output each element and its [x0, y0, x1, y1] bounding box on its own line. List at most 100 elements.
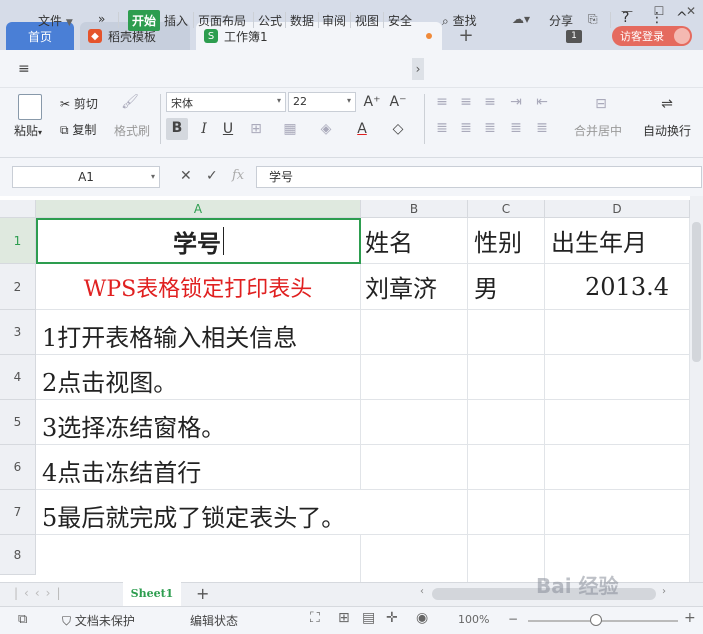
eraser-icon[interactable]: ◇ [388, 119, 408, 139]
row-header-7[interactable]: 7 [0, 490, 36, 535]
cell-b4[interactable] [361, 355, 468, 400]
login-button[interactable]: 访客登录 [612, 26, 692, 46]
row-header-2[interactable]: 2 [0, 264, 36, 310]
align-bottom-icon[interactable]: ≡ [480, 92, 500, 112]
menu-view[interactable]: 视图 [355, 12, 379, 29]
row-header-5[interactable]: 5 [0, 400, 36, 445]
cell-b1[interactable]: 姓名 [361, 218, 468, 264]
cell-a1[interactable]: 学号 [36, 218, 361, 264]
border-icon[interactable]: ⊞ [246, 119, 266, 139]
cut-button[interactable]: ✂ 剪切 [60, 95, 98, 112]
font-name-select[interactable]: 宋体 ▾ [166, 92, 286, 112]
row-header-1[interactable]: 1 [0, 218, 36, 264]
cell-c6[interactable] [468, 445, 545, 490]
decrease-font-icon[interactable]: A⁻ [388, 92, 408, 112]
select-all-button[interactable] [0, 200, 36, 218]
cell-b8[interactable] [361, 535, 468, 582]
zoom-in-icon[interactable]: + [684, 610, 696, 626]
cell-d1[interactable]: 出生年月 [545, 218, 690, 264]
align-middle-icon[interactable]: ≡ [456, 92, 476, 112]
copy-button[interactable]: ⧉ 复制 [60, 121, 96, 138]
column-header-c[interactable]: C [468, 200, 545, 218]
menu-start[interactable]: 开始 [128, 10, 161, 31]
fill-color-icon[interactable]: ◈ [316, 119, 336, 139]
font-color-icon[interactable]: A [352, 119, 372, 139]
zoom-out-icon[interactable]: − [508, 612, 518, 626]
paste-button[interactable]: 粘贴▾ [14, 122, 42, 139]
cell-d2[interactable]: 2013.4 [545, 264, 690, 310]
underline-button[interactable]: U [218, 119, 238, 139]
cell-b5[interactable] [361, 400, 468, 445]
formula-input[interactable]: 学号 [256, 166, 702, 188]
merge-center-icon[interactable]: ⊟ [588, 94, 614, 114]
window-count-badge[interactable]: 1 [566, 30, 582, 43]
indent-icon[interactable]: ⇥ [506, 92, 526, 112]
document-protection-status[interactable]: ⛉ 文档未保护 [62, 612, 135, 629]
zoom-level[interactable]: 100% [458, 613, 489, 626]
menu-page-layout[interactable]: 页面布局 [198, 12, 246, 29]
cell-b3[interactable] [361, 310, 468, 355]
format-painter-button[interactable]: 格式刷 [114, 122, 150, 139]
status-icon[interactable]: ⧉ [18, 612, 27, 627]
reading-mode-icon[interactable]: ✛ [386, 610, 398, 626]
column-header-d[interactable]: D [545, 200, 690, 218]
cell-b7[interactable] [361, 490, 468, 535]
help-icon[interactable]: ? [622, 10, 629, 26]
search-button[interactable]: ⌕ 查找 [442, 12, 477, 29]
column-header-a[interactable]: A [36, 200, 361, 218]
menu-security[interactable]: 安全 [388, 12, 412, 29]
bold-button[interactable]: B [166, 118, 188, 140]
cell-b2[interactable]: 刘章济 [361, 264, 468, 310]
fx-icon[interactable]: fx [232, 168, 244, 183]
cell-d7[interactable] [545, 490, 690, 535]
cell-c1[interactable]: 性别 [468, 218, 545, 264]
chevron-right-icon[interactable]: › [412, 58, 424, 80]
sheet-tab-sheet1[interactable]: Sheet1 [123, 582, 181, 606]
cell-c5[interactable] [468, 400, 545, 445]
merge-center-button[interactable]: 合并居中 [574, 122, 622, 139]
cell-d6[interactable] [545, 445, 690, 490]
kebab-icon[interactable]: ⋮ [650, 10, 664, 26]
more-menus-icon[interactable]: » [98, 12, 105, 26]
page-break-view-icon[interactable]: ▤ [362, 610, 375, 626]
cell-b6[interactable] [361, 445, 468, 490]
row-header-3[interactable]: 3 [0, 310, 36, 355]
cell-c7[interactable] [468, 490, 545, 535]
menu-review[interactable]: 审阅 [322, 12, 346, 29]
normal-view-icon[interactable]: ⛶ [310, 610, 320, 626]
align-right-icon[interactable]: ≣ [480, 118, 500, 138]
outdent-icon[interactable]: ⇤ [532, 92, 552, 112]
row-header-4[interactable]: 4 [0, 355, 36, 400]
wrap-text-icon[interactable]: ⇌ [654, 94, 680, 114]
eye-protection-icon[interactable]: ◉ [416, 610, 428, 626]
justify-icon[interactable]: ≣ [506, 118, 526, 138]
confirm-icon[interactable]: ✓ [206, 168, 218, 184]
cloud-sync-icon[interactable]: ☁▾ [512, 12, 530, 26]
cell-c8[interactable] [468, 535, 545, 582]
cell-d4[interactable] [545, 355, 690, 400]
cell-c3[interactable] [468, 310, 545, 355]
hamburger-icon[interactable]: ≡ [18, 61, 30, 77]
menu-file[interactable]: 文件 ▼ [38, 12, 73, 29]
italic-button[interactable]: I [194, 119, 214, 139]
new-tab-button[interactable]: + [456, 26, 476, 46]
collapse-ribbon-icon[interactable]: ^ [676, 10, 688, 26]
menu-data[interactable]: 数据 [290, 12, 314, 29]
row-header-8[interactable]: 8 [0, 535, 36, 575]
paste-icon[interactable] [18, 94, 42, 120]
align-left-icon[interactable]: ≣ [432, 118, 452, 138]
cell-c2[interactable]: 男 [468, 264, 545, 310]
align-center-icon[interactable]: ≣ [456, 118, 476, 138]
page-layout-view-icon[interactable]: ⊞ [338, 610, 350, 626]
menu-insert[interactable]: 插入 [164, 12, 188, 29]
add-sheet-button[interactable]: + [196, 584, 209, 603]
align-top-icon[interactable]: ≡ [432, 92, 452, 112]
feedback-icon[interactable]: ⎘ [588, 12, 598, 27]
share-button[interactable]: 分享 [549, 12, 573, 29]
zoom-slider-handle[interactable] [590, 614, 602, 626]
cell-d5[interactable] [545, 400, 690, 445]
name-box[interactable]: A1 ▾ [12, 166, 160, 188]
sheet-nav-icons[interactable]: |‹‹›| [14, 586, 66, 600]
cell-a2[interactable]: WPS表格锁定打印表头 [36, 264, 361, 310]
scroll-left-icon[interactable]: ‹ [420, 586, 424, 597]
